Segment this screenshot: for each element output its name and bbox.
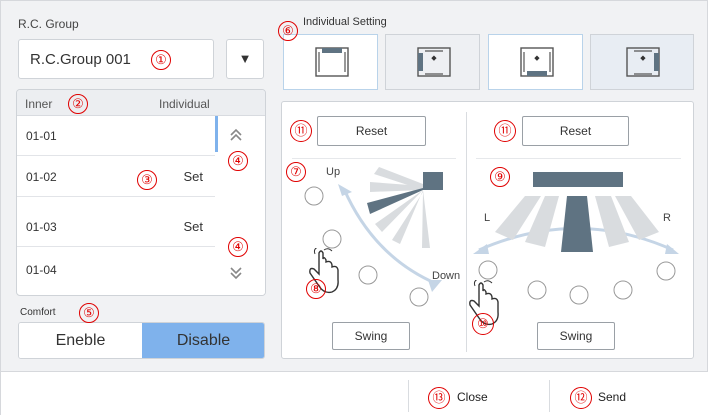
- close-button[interactable]: Close: [457, 390, 488, 404]
- callout-8: ⑧: [306, 279, 326, 299]
- vertical-down-label: Down: [432, 270, 461, 282]
- callout-5: ⑤: [79, 303, 99, 323]
- callout-11-horizontal: ⑪: [494, 120, 516, 142]
- vertical-swing-button[interactable]: Swing: [332, 322, 410, 350]
- vane-tab-1[interactable]: ◆: [283, 34, 378, 90]
- vane-tab-2[interactable]: ◆: [385, 34, 480, 90]
- vertical-up-label: Up: [326, 166, 341, 178]
- horizontal-right-label: R: [663, 212, 671, 224]
- unit-id: 01-01: [26, 129, 57, 143]
- indoor-unit-vane-2-icon: ◆: [417, 47, 451, 77]
- chevron-double-down-icon[interactable]: [229, 266, 243, 280]
- callout-12: ⑫: [570, 387, 592, 409]
- indoor-unit-vane-4-icon: ◆: [626, 47, 660, 77]
- remote-controller-window: R.C. Group R.C.Group 001 ▼ Inner Individ…: [0, 0, 708, 415]
- list-item[interactable]: 01-03 Set: [17, 207, 215, 247]
- unit-status: Set: [183, 219, 203, 234]
- svg-text:◆: ◆: [329, 54, 335, 62]
- list-item[interactable]: 01-01: [17, 116, 215, 156]
- footer-bar: Close Send: [1, 371, 708, 415]
- vertical-reset-button[interactable]: Reset: [317, 116, 426, 146]
- svg-text:◆: ◆: [431, 54, 437, 62]
- comfort-enable-button[interactable]: Eneble: [19, 323, 142, 358]
- unit-id: 01-02: [26, 170, 57, 184]
- callout-6: ⑥: [278, 21, 298, 41]
- vertical-vane-diagram: [304, 167, 443, 307]
- group-label: R.C. Group: [18, 17, 79, 31]
- footer-separator: [549, 380, 550, 412]
- footer-separator: [408, 380, 409, 412]
- chevron-down-icon: ▼: [238, 51, 252, 66]
- send-button[interactable]: Send: [598, 390, 626, 404]
- comfort-disable-button[interactable]: Disable: [142, 323, 264, 358]
- list-header: Inner Individual: [17, 90, 265, 116]
- callout-3: ③: [137, 170, 157, 190]
- callout-4-down: ④: [228, 237, 248, 257]
- callout-4-up: ④: [228, 151, 248, 171]
- chevron-double-up-icon[interactable]: [229, 128, 243, 142]
- vertical-header-rule: [292, 158, 456, 159]
- horizontal-header-rule: [476, 158, 681, 159]
- list-item[interactable]: 01-04: [17, 250, 215, 290]
- unit-status: Set: [183, 169, 203, 184]
- unit-id: 01-03: [26, 220, 57, 234]
- vane-tab-3[interactable]: ◆: [488, 34, 583, 90]
- group-select-value: R.C.Group 001: [30, 51, 131, 68]
- svg-text:◆: ◆: [640, 54, 646, 62]
- individual-setting-label: Individual Setting: [303, 16, 387, 28]
- group-dropdown-button[interactable]: ▼: [226, 39, 264, 79]
- unit-id: 01-04: [26, 263, 57, 277]
- list-scrollbar[interactable]: [215, 116, 265, 295]
- indoor-unit-vane-3-icon: ◆: [520, 47, 554, 77]
- vane-tab-4[interactable]: ◆: [590, 34, 694, 90]
- callout-11-vertical: ⑪: [290, 120, 312, 142]
- comfort-toggle: Eneble Disable: [18, 322, 265, 359]
- svg-text:◆: ◆: [534, 54, 540, 62]
- callout-1: ①: [151, 50, 171, 70]
- column-header-inner: Inner: [25, 97, 53, 111]
- horizontal-left-label: L: [484, 212, 491, 224]
- group-select[interactable]: R.C.Group 001: [18, 39, 214, 79]
- list-item[interactable]: 01-02 Set: [17, 157, 215, 197]
- scrollbar-thumb[interactable]: [215, 116, 218, 152]
- column-header-individual: Individual: [159, 97, 210, 111]
- callout-10: ⑩: [472, 313, 494, 335]
- callout-13: ⑬: [428, 387, 450, 409]
- callout-7: ⑦: [286, 162, 306, 182]
- callout-2: ②: [68, 94, 88, 114]
- indoor-unit-list: Inner Individual 01-01 01-02 Set 01-03 S…: [16, 89, 266, 296]
- indoor-unit-vane-1-icon: ◆: [315, 47, 349, 77]
- horizontal-reset-button[interactable]: Reset: [522, 116, 629, 146]
- comfort-label: Comfort: [20, 307, 56, 318]
- callout-9: ⑨: [490, 167, 510, 187]
- horizontal-swing-button[interactable]: Swing: [537, 322, 615, 350]
